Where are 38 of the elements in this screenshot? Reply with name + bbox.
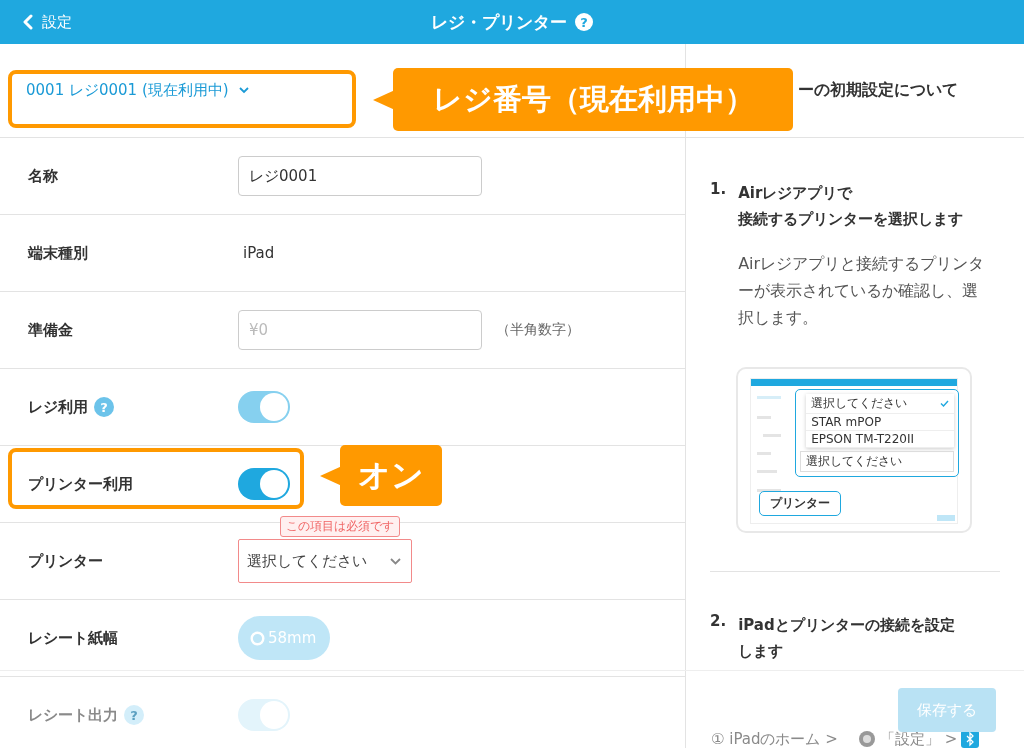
field-label: 名称 — [28, 166, 58, 186]
field-label: レジ利用 — [28, 397, 88, 417]
field-label: 端末種別 — [28, 243, 88, 263]
step-number: 2. — [710, 612, 727, 632]
field-label: 準備金 — [28, 320, 73, 340]
text-field[interactable]: ¥0 — [238, 310, 482, 350]
screen-title: レジ・プリンター — [431, 10, 567, 34]
caret-icon — [390, 557, 401, 565]
step-title: Airレジアプリで 接続するプリンターを選択します — [738, 183, 965, 230]
field-value: iPad — [242, 244, 275, 262]
caret-icon — [238, 87, 249, 94]
field-label: プリンター — [28, 551, 103, 571]
mini-callout: プリンター — [759, 491, 842, 516]
toggle-switch[interactable] — [238, 468, 290, 500]
substep-text: ① iPadのホーム > — [711, 730, 838, 748]
help-icon[interactable]: ? — [575, 13, 593, 31]
back-button[interactable]: 設定 — [0, 12, 72, 32]
field-label: レシート出力 — [28, 705, 118, 725]
settings-icon — [858, 730, 876, 748]
step-title: iPadとプリンターの接続を設定します — [738, 615, 956, 662]
field-label: プリンター利用 — [28, 474, 133, 494]
back-chevron-icon — [22, 14, 34, 30]
dropdown-option[interactable]: STAR mPOP — [806, 414, 955, 431]
dropdown-option[interactable]: EPSON TM-T220II — [806, 431, 955, 448]
field-label: レシート紙幅 — [28, 628, 118, 648]
callout-pointer-icon — [373, 89, 395, 110]
field-hint: （半角数字） — [496, 321, 580, 339]
printer-select[interactable]: 選択してください — [238, 539, 412, 583]
callout-pointer-icon — [320, 465, 342, 486]
error-tooltip: この項目は必須です — [280, 516, 400, 537]
register-select[interactable]: 0001 レジ0001 (現在利用中) — [26, 81, 249, 100]
step-number: 1. — [710, 180, 727, 200]
guide-heading: ーの初期設定について — [798, 80, 958, 101]
check-icon — [940, 400, 950, 407]
text-field[interactable]: レジ0001 — [238, 156, 482, 196]
step-description: Airレジアプリと接続するプリンターが表示されているか確認し、選択します。 — [738, 253, 986, 329]
radio-icon — [250, 630, 265, 646]
dropdown-option[interactable]: 選択してください — [806, 394, 955, 414]
